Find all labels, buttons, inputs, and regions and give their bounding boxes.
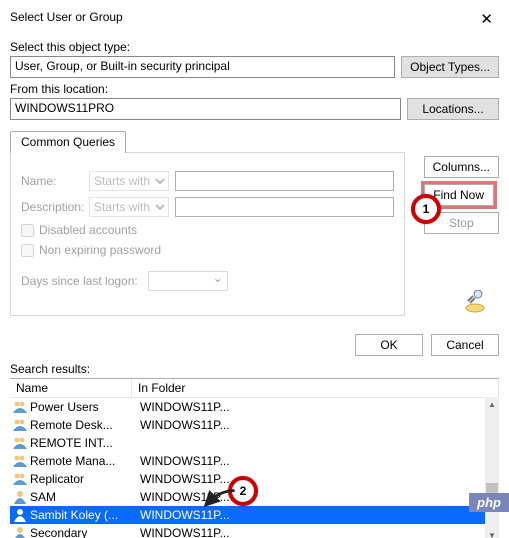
dialog-content: Select this object type: User, Group, or… — [0, 34, 509, 538]
table-row[interactable]: SecondaryWINDOWS11P... — [10, 524, 499, 538]
table-row[interactable]: REMOTE INT... — [10, 434, 499, 452]
non-expiring-checkbox[interactable] — [21, 244, 34, 257]
row-name: Secondary — [30, 526, 134, 538]
row-name: REMOTE INT... — [30, 436, 134, 450]
row-folder: WINDOWS11P... — [134, 526, 499, 538]
php-badge: php — [469, 493, 509, 512]
row-folder: WINDOWS11P... — [134, 454, 499, 468]
user-icon — [12, 525, 28, 538]
label-days-since-logon: Days since last logon: — [21, 274, 138, 288]
callout-1-label: 1 — [423, 202, 430, 216]
group-icon — [12, 435, 28, 451]
label-object-type: Select this object type: — [10, 40, 499, 54]
results-header: Name In Folder — [10, 379, 499, 398]
column-header-in-folder[interactable]: In Folder — [132, 379, 499, 397]
label-search-results: Search results: — [10, 362, 499, 376]
row-folder: WINDOWS11P... — [134, 400, 499, 414]
group-icon — [12, 417, 28, 433]
row-name: Remote Desk... — [30, 418, 134, 432]
column-header-name[interactable]: Name — [10, 379, 132, 397]
search-icon — [465, 290, 495, 314]
queries-tabstrip: Common Queries — [10, 130, 499, 152]
user-icon — [12, 489, 28, 505]
scrollbar-up-icon[interactable]: ▲ — [485, 397, 499, 411]
locations-button[interactable]: Locations... — [407, 98, 499, 120]
label-non-expiring: Non expiring password — [39, 243, 161, 257]
row-folder: WINDOWS11P... — [134, 472, 499, 486]
close-icon[interactable]: ✕ — [472, 10, 501, 28]
row-name: Remote Mana... — [30, 454, 134, 468]
group-icon — [12, 453, 28, 469]
table-row[interactable]: Remote Desk...WINDOWS11P... — [10, 416, 499, 434]
row-name: Sambit Koley (... — [30, 508, 134, 522]
label-description: Description: — [21, 200, 89, 214]
results-scrollbar[interactable]: ▲ ▼ — [485, 397, 499, 538]
callout-1: 1 — [411, 194, 441, 224]
row-name: Power Users — [30, 400, 134, 414]
ok-button[interactable]: OK — [355, 334, 423, 356]
row-folder: WINDOWS11P... — [134, 508, 499, 522]
object-type-field[interactable]: User, Group, or Built-in security princi… — [10, 56, 395, 78]
results-list: Name In Folder Power UsersWINDOWS11P...R… — [10, 378, 499, 538]
group-icon — [12, 471, 28, 487]
label-disabled-accounts: Disabled accounts — [39, 223, 137, 237]
common-queries-panel: Name: Starts with Description: Starts wi… — [10, 152, 405, 316]
days-since-logon-select[interactable] — [148, 271, 228, 291]
row-name: Replicator — [30, 472, 134, 486]
table-row[interactable]: Sambit Koley (...WINDOWS11P... — [10, 506, 499, 524]
cancel-button[interactable]: Cancel — [431, 334, 499, 356]
label-name: Name: — [21, 174, 89, 188]
object-types-button[interactable]: Object Types... — [401, 56, 499, 78]
window-title: Select User or Group — [10, 10, 123, 24]
titlebar: Select User or Group ✕ — [0, 0, 509, 34]
from-location-field[interactable]: WINDOWS11PRO — [10, 98, 401, 120]
name-input[interactable] — [175, 171, 394, 191]
disabled-accounts-checkbox[interactable] — [21, 224, 34, 237]
callout-2-label: 2 — [240, 484, 247, 498]
label-from-location: From this location: — [10, 82, 499, 96]
row-folder: WINDOWS11P... — [134, 418, 499, 432]
name-match-select[interactable]: Starts with — [89, 171, 169, 191]
scrollbar-down-icon[interactable]: ▼ — [485, 528, 499, 538]
group-icon — [12, 399, 28, 415]
description-match-select[interactable]: Starts with — [89, 197, 169, 217]
columns-button[interactable]: Columns... — [424, 156, 499, 178]
description-input[interactable] — [175, 197, 394, 217]
row-name: SAM — [30, 490, 134, 504]
table-row[interactable]: Remote Mana...WINDOWS11P... — [10, 452, 499, 470]
row-folder: WINDOWS11P... — [134, 490, 499, 504]
tab-common-queries[interactable]: Common Queries — [10, 131, 126, 153]
user-icon — [12, 507, 28, 523]
table-row[interactable]: Power UsersWINDOWS11P... — [10, 398, 499, 416]
callout-2-arrow-icon — [204, 484, 240, 508]
